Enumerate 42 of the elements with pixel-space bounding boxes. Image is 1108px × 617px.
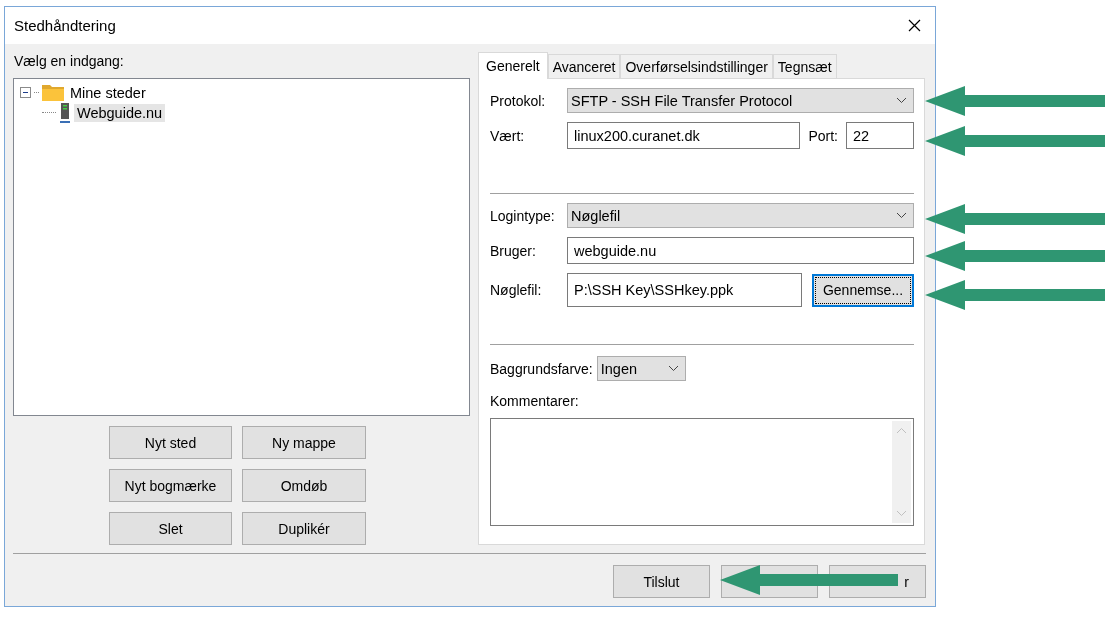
dialog-button[interactable]: Tilslut (613, 565, 710, 598)
collapse-icon[interactable] (20, 87, 31, 99)
port-field[interactable]: 22 (846, 122, 914, 149)
field-label: Bruger: (490, 242, 537, 259)
tree-action-button[interactable]: Duplikér (242, 512, 366, 545)
tab[interactable]: Tegnsæt (772, 54, 837, 78)
window-title: Stedhåndtering (14, 17, 116, 34)
field-label: Nøglefil: (490, 282, 543, 298)
browse-button[interactable]: Gennemse... (812, 273, 914, 307)
tab[interactable]: Generelt (478, 52, 548, 79)
close-icon[interactable] (908, 19, 921, 32)
field-label: Logintype: (490, 207, 556, 224)
tab[interactable]: Avanceret (547, 54, 621, 78)
tree-action-button[interactable]: Omdøb (242, 469, 366, 502)
scrollbar[interactable] (892, 421, 911, 523)
comments-field[interactable] (490, 418, 914, 526)
tree-action-button[interactable]: Nyt bogmærke (109, 469, 232, 502)
tree-action-button[interactable]: Slet (109, 512, 232, 545)
chevron-icon (896, 97, 907, 104)
chevron-icon (896, 212, 907, 219)
host-field[interactable]: linux200.curanet.dk (567, 122, 801, 149)
server-icon (59, 102, 71, 123)
background-color-dropdown[interactable]: Ingen (596, 356, 686, 381)
scroll-down-icon[interactable] (896, 510, 907, 517)
tree-item[interactable]: Mine steder (67, 83, 149, 102)
key-file-field[interactable]: P:\SSH Key\SSHkey.ppk (567, 273, 802, 307)
field-label: Kommentarer: (490, 393, 580, 409)
tree-action-button[interactable]: Nyt sted (109, 426, 232, 459)
protocol-dropdown[interactable]: SFTP - SSH File Transfer Protocol (567, 88, 914, 113)
tree-heading: Vælg en indgang: (14, 53, 125, 71)
field-label: Protokol: (490, 92, 547, 109)
tree-action-button[interactable]: Ny mappe (242, 426, 366, 459)
field-label: Vært: (490, 127, 526, 144)
tree-item[interactable]: Webguide.nu (74, 103, 166, 122)
user-field[interactable]: webguide.nu (567, 237, 914, 264)
field-label: Baggrundsfarve: (490, 360, 593, 377)
logon-type-dropdown[interactable]: Nøglefil (567, 203, 914, 228)
tab[interactable]: Overførselsindstillinger (620, 54, 773, 78)
scroll-up-icon[interactable] (896, 427, 907, 434)
folder-icon (42, 84, 64, 102)
chevron-icon (667, 365, 679, 372)
field-label: Port: (808, 127, 838, 144)
